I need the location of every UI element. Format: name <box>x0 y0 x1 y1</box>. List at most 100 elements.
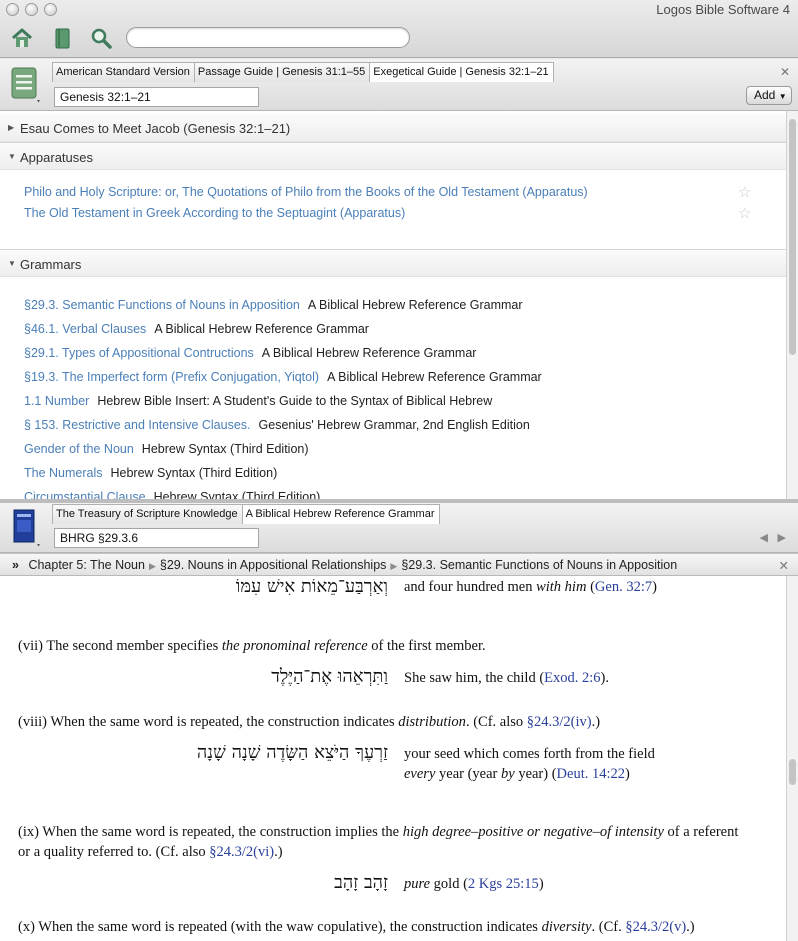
grammar-link[interactable]: §29.3. Semantic Functions of Nouns in Ap… <box>24 298 300 312</box>
grammar-link[interactable]: § 153. Restrictive and Intensive Clauses… <box>24 418 251 432</box>
minimize-window-button[interactable] <box>25 3 38 16</box>
tab-bhrg[interactable]: A Biblical Hebrew Reference Grammar <box>241 504 440 524</box>
hebrew-example: זָהָב זָהָב <box>334 872 388 893</box>
add-button[interactable]: Add ▼ <box>746 86 792 105</box>
tab-american-standard-version[interactable]: American Standard Version <box>52 62 195 82</box>
scroll-thumb[interactable] <box>789 759 796 785</box>
grammar-book: Hebrew Syntax (Third Edition) <box>110 466 278 480</box>
grammar-book: A Biblical Hebrew Reference Grammar <box>261 346 477 360</box>
document-scrollbar[interactable] <box>786 576 798 941</box>
grammar-link[interactable]: §46.1. Verbal Clauses <box>24 322 146 336</box>
exegetical-guide-content: ▶ Esau Comes to Meet Jacob (Genesis 32:1… <box>0 111 786 499</box>
example-gloss: and four hundred men with him (Gen. 32:7… <box>404 579 657 595</box>
home-icon[interactable] <box>9 26 35 50</box>
chevron-down-icon: ▼ <box>8 152 16 161</box>
grammar-book: Gesenius' Hebrew Grammar, 2nd English Ed… <box>258 418 530 432</box>
scripture-ref-link[interactable]: 2 Kgs 25:15 <box>468 876 539 892</box>
breadcrumb-item[interactable]: §29. Nouns in Appositional Relationships <box>160 558 387 572</box>
example-gloss: She saw him, the child (Exod. 2:6). <box>404 670 610 686</box>
chevron-down-icon: ▼ <box>778 92 787 101</box>
grammar-book: Hebrew Syntax (Third Edition) <box>153 490 321 499</box>
close-breadcrumb-icon[interactable]: ✕ <box>779 558 789 573</box>
chevron-double-right-icon[interactable]: » <box>12 558 19 572</box>
grammar-link[interactable]: Gender of the Noun <box>24 442 134 456</box>
grammar-link[interactable]: Circumstantial Clause <box>24 490 146 499</box>
grammar-item: §29.3. Semantic Functions of Nouns in Ap… <box>24 298 523 312</box>
tab-exegetical-guide[interactable]: Exegetical Guide | Genesis 32:1–21 <box>369 62 554 82</box>
section-esau[interactable]: ▶ Esau Comes to Meet Jacob (Genesis 32:1… <box>0 114 786 142</box>
bottom-tab-bar: The Treasury of Scripture Knowledge A Bi… <box>52 504 440 524</box>
panel-menu-icon[interactable] <box>8 66 42 104</box>
star-icon[interactable]: ☆ <box>738 183 751 201</box>
paragraph-vii: (vii) The second member specifies the pr… <box>18 638 486 654</box>
section-ref-link[interactable]: §24.3/2(iv) <box>527 714 592 730</box>
breadcrumb: » Chapter 5: The Noun ▶ §29. Nouns in Appo… <box>0 553 798 576</box>
exegetical-guide-panel-header: American Standard Version Passage Guide … <box>0 59 798 111</box>
section-title: Esau Comes to Meet Jacob (Genesis 32:1–2… <box>20 121 291 136</box>
grammar-panel-header: The Treasury of Scripture Knowledge A Bi… <box>0 503 798 553</box>
guide-scrollbar[interactable] <box>786 111 798 499</box>
example-gloss: your seed which comes forth from the fie… <box>404 746 655 782</box>
search-icon[interactable] <box>89 26 115 50</box>
breadcrumb-separator-icon: ▶ <box>390 561 398 571</box>
hebrew-example: זַרְעֶךָ הַיֹּצֵא הַשָּׂדֶה שָׁנָה שָׁנָ… <box>196 742 388 763</box>
hebrew-example: וַתִּרְאֵהוּ אֶת־הַיֶּלֶד <box>271 666 388 687</box>
paragraph-x: (x) When the same word is repeated (with… <box>18 919 695 935</box>
search-input[interactable] <box>126 27 410 48</box>
apparatus-link[interactable]: Philo and Holy Scripture: or, The Quotat… <box>24 185 588 199</box>
section-apparatuses[interactable]: ▼ Apparatuses <box>0 142 786 170</box>
add-button-label: Add <box>754 88 776 102</box>
close-window-button[interactable] <box>6 3 19 16</box>
scripture-ref-link[interactable]: Gen. 32:7 <box>595 579 652 595</box>
grammar-item: Circumstantial Clause Hebrew Syntax (Thir… <box>24 490 320 499</box>
forward-arrow-icon[interactable]: ▶ <box>778 531 786 544</box>
tab-treasury-scripture[interactable]: The Treasury of Scripture Knowledge <box>52 504 243 524</box>
chevron-right-icon: ▶ <box>8 123 15 132</box>
grammar-link[interactable]: 1.1 Number <box>24 394 89 408</box>
book-cover-icon[interactable] <box>8 508 42 547</box>
apparatus-item[interactable]: The Old Testament in Greek According to … <box>24 206 405 220</box>
apparatus-link[interactable]: The Old Testament in Greek According to … <box>24 206 405 220</box>
grammar-item: §29.1. Types of Appositional Contruction… <box>24 346 476 360</box>
grammar-item: 1.1 Number Hebrew Bible Insert: A Student… <box>24 394 492 408</box>
section-title: Grammars <box>20 257 82 272</box>
reference-input[interactable]: Genesis 32:1–21 <box>54 87 259 107</box>
app-title: Logos Bible Software 4 <box>656 2 790 17</box>
grammar-book: Hebrew Bible Insert: A Student's Guide t… <box>97 394 493 408</box>
grammar-book: Hebrew Syntax (Third Edition) <box>141 442 309 456</box>
grammar-item: Gender of the Noun Hebrew Syntax (Third E… <box>24 442 309 456</box>
grammar-book: A Biblical Hebrew Reference Grammar <box>327 370 542 384</box>
breadcrumb-separator-icon: ▶ <box>148 561 156 571</box>
grammar-link[interactable]: The Numerals <box>24 466 103 480</box>
example-gloss: pure gold (2 Kgs 25:15) <box>404 876 544 892</box>
grammar-book: A Biblical Hebrew Reference Grammar <box>307 298 523 312</box>
scroll-thumb[interactable] <box>789 119 796 355</box>
scripture-ref-link[interactable]: Exod. 2:6 <box>544 670 600 686</box>
library-icon[interactable] <box>50 26 76 50</box>
grammar-item: The Numerals Hebrew Syntax (Third Edition… <box>24 466 277 480</box>
zoom-window-button[interactable] <box>44 3 57 16</box>
section-ref-link[interactable]: §24.3/2(vi) <box>209 844 274 860</box>
star-icon[interactable]: ☆ <box>738 204 751 222</box>
paragraph-ix: (ix) When the same word is repeated, the… <box>18 824 739 860</box>
scripture-ref-link[interactable]: Deut. 14:22 <box>557 766 625 782</box>
back-arrow-icon[interactable]: ◀ <box>760 531 768 544</box>
grammar-item: §19.3. The Imperfect form (Prefix Conjug… <box>24 370 542 384</box>
grammar-item: §46.1. Verbal Clauses A Biblical Hebrew R… <box>24 322 369 336</box>
chevron-down-icon: ▼ <box>8 259 16 268</box>
grammar-item: § 153. Restrictive and Intensive Clauses… <box>24 418 530 432</box>
breadcrumb-item[interactable]: §29.3. Semantic Functions of Nouns in Ap… <box>401 558 677 572</box>
tab-passage-guide[interactable]: Passage Guide | Genesis 31:1–55 <box>193 62 371 82</box>
section-ref-link[interactable]: §24.3/2(v) <box>625 919 686 935</box>
top-tab-bar: American Standard Version Passage Guide … <box>52 62 554 82</box>
breadcrumb-item[interactable]: Chapter 5: The Noun <box>28 558 145 572</box>
close-panel-icon[interactable]: ✕ <box>780 65 790 79</box>
grammar-link[interactable]: §19.3. The Imperfect form (Prefix Conjug… <box>24 370 319 384</box>
reference-input[interactable]: BHRG §29.3.6 <box>54 528 259 548</box>
apparatus-item[interactable]: Philo and Holy Scripture: or, The Quotat… <box>24 185 588 199</box>
grammar-link[interactable]: §29.1. Types of Appositional Contruction… <box>24 346 254 360</box>
section-title: Apparatuses <box>20 150 93 165</box>
paragraph-viii: (viii) When the same word is repeated, t… <box>18 714 601 730</box>
section-grammars[interactable]: ▼ Grammars <box>0 249 786 277</box>
grammar-document: וְאַרְבַּע־מֵאוֹת אִישׁ עִמּוֹ and four … <box>0 576 786 941</box>
